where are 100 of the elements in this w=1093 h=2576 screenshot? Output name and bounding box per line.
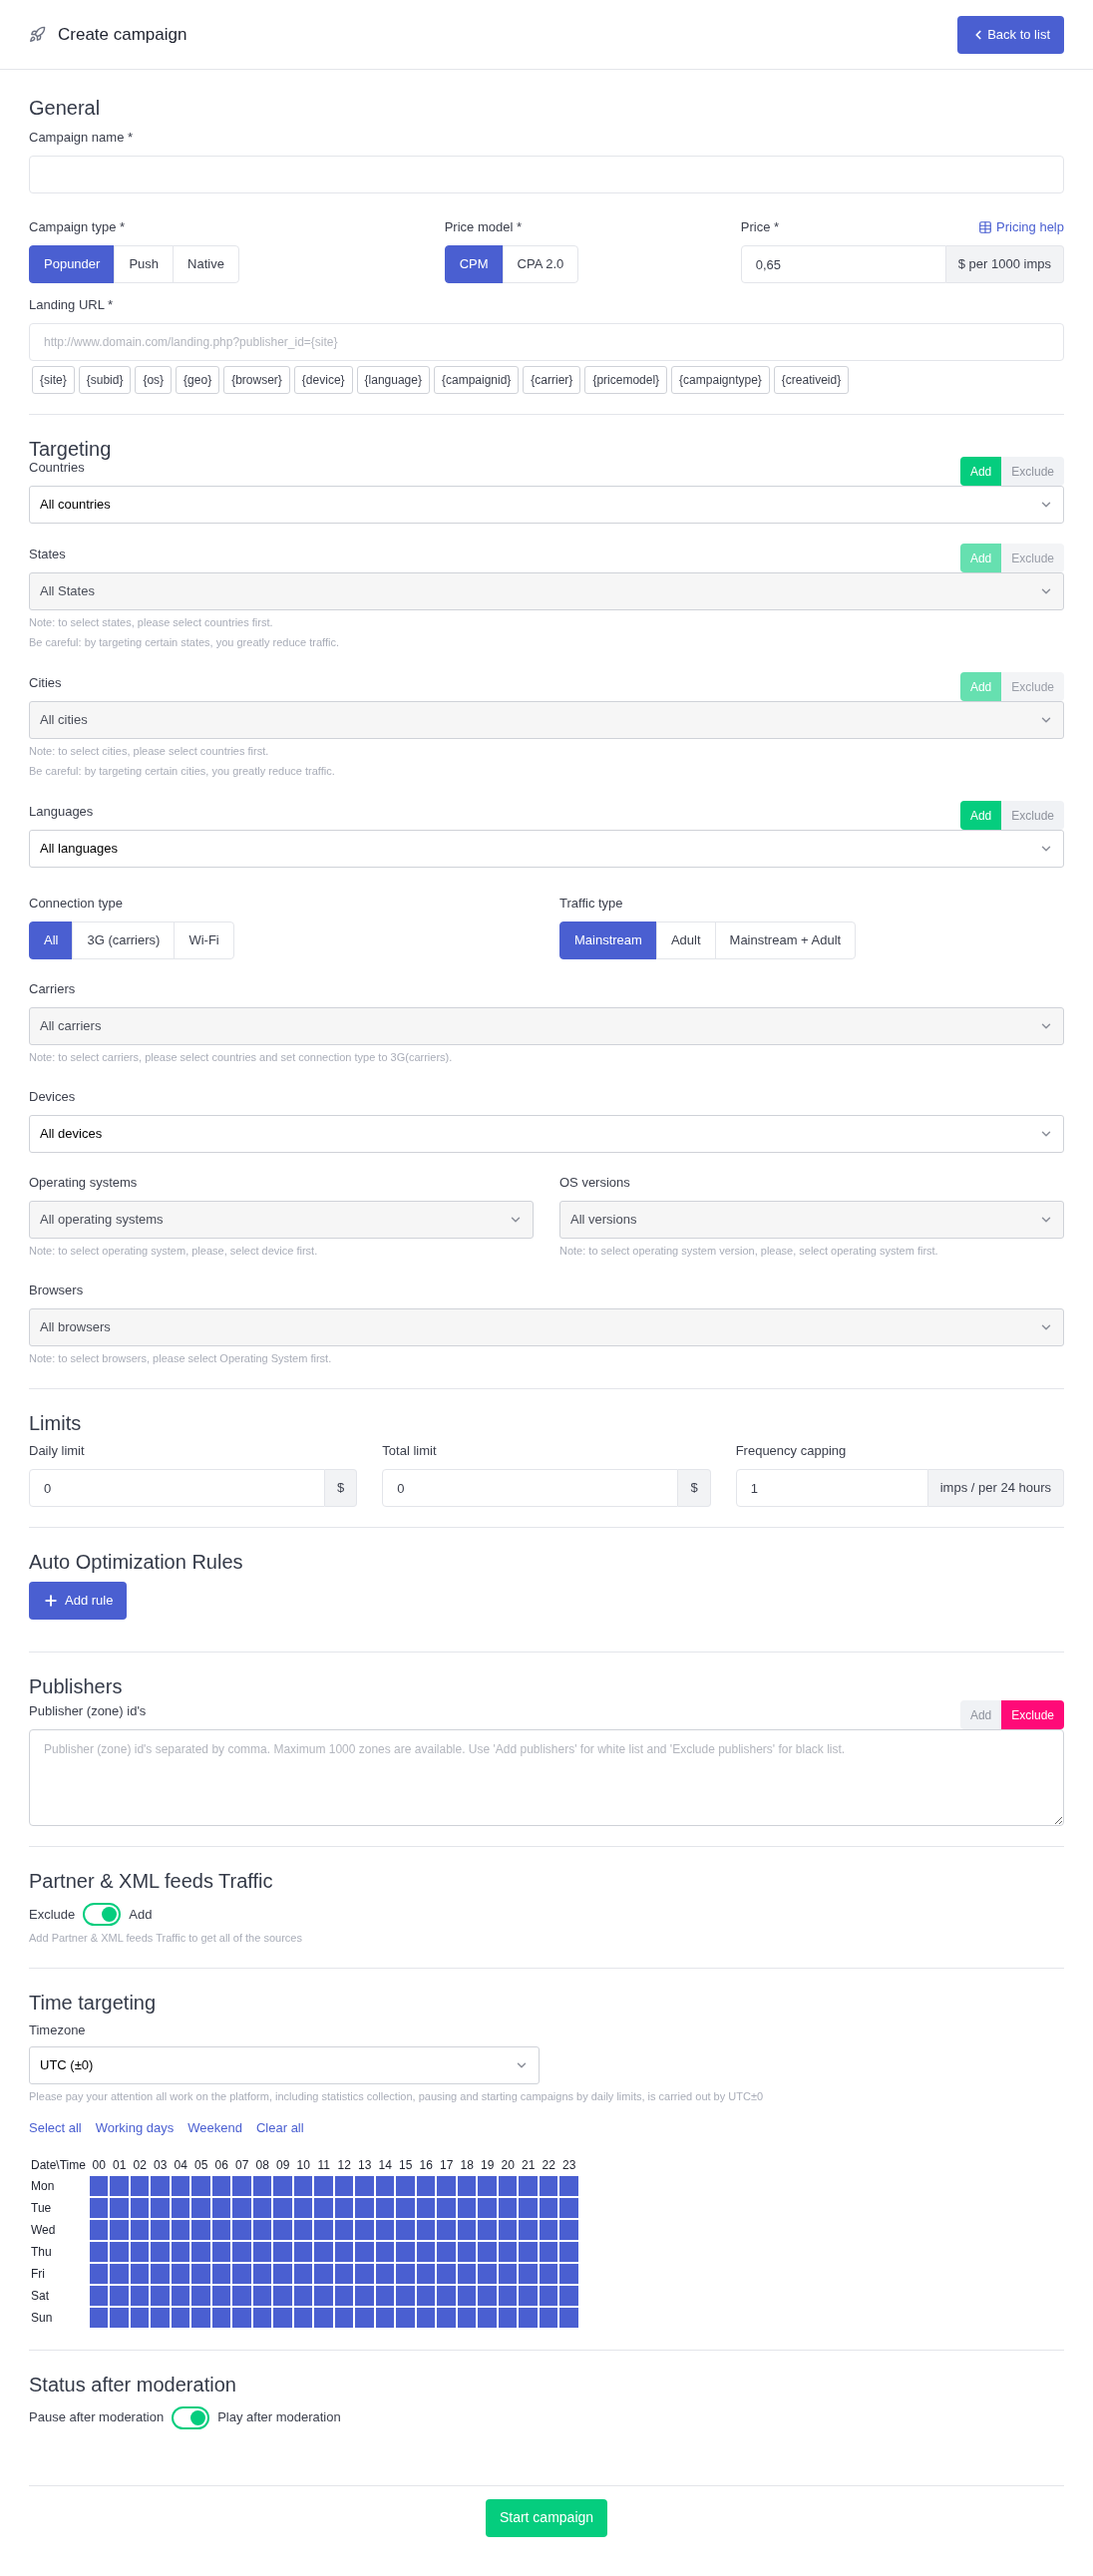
hour-cell[interactable] (89, 2285, 109, 2306)
hour-cell[interactable] (191, 2307, 210, 2328)
hour-cell[interactable] (416, 2197, 436, 2218)
hour-cell[interactable] (191, 2197, 210, 2218)
limit-field[interactable]: 0 (29, 1469, 326, 1507)
hour-cell[interactable] (211, 2263, 231, 2284)
hour-cell[interactable] (416, 2219, 436, 2240)
hour-cell[interactable] (539, 2219, 558, 2240)
hour-cell[interactable] (559, 2263, 578, 2284)
hour-cell[interactable] (293, 2263, 313, 2284)
hour-cell[interactable] (519, 2263, 538, 2284)
hour-cell[interactable] (559, 2241, 578, 2262)
landing-url-field[interactable]: http://www.domain.com/landing.php?publisher_id={site} (29, 323, 1064, 361)
hour-cell[interactable] (130, 2285, 150, 2306)
hour-cell[interactable] (252, 2263, 272, 2284)
hour-cell[interactable] (110, 2307, 129, 2328)
hour-cell[interactable] (232, 2219, 251, 2240)
hour-cell[interactable] (211, 2197, 231, 2218)
hour-cell[interactable] (151, 2219, 170, 2240)
mode-toggle[interactable]: Exclude (1001, 1700, 1064, 1729)
macro-tag[interactable]: {geo} (176, 366, 220, 394)
hour-cell[interactable] (396, 2197, 415, 2218)
hour-cell[interactable] (130, 2263, 150, 2284)
hour-cell[interactable] (375, 2263, 395, 2284)
add-rule-button[interactable]: Add rule (29, 1582, 128, 1620)
hour-cell[interactable] (191, 2285, 210, 2306)
hour-cell[interactable] (293, 2219, 313, 2240)
hour-cell[interactable] (151, 2175, 170, 2196)
hour-cell[interactable] (498, 2263, 518, 2284)
hour-cell[interactable] (498, 2175, 518, 2196)
hour-cell[interactable] (355, 2197, 374, 2218)
hour-cell[interactable] (355, 2263, 374, 2284)
segment-tab[interactable]: 3G (carriers) (72, 921, 176, 959)
hour-cell[interactable] (416, 2263, 436, 2284)
hour-cell[interactable] (130, 2175, 150, 2196)
hour-cell[interactable] (252, 2219, 272, 2240)
hour-cell[interactable] (334, 2241, 354, 2262)
hour-cell[interactable] (314, 2285, 333, 2306)
hour-cell[interactable] (478, 2263, 497, 2284)
hour-cell[interactable] (130, 2219, 150, 2240)
hour-cell[interactable] (334, 2263, 354, 2284)
hour-cell[interactable] (498, 2285, 518, 2306)
hour-cell[interactable] (314, 2263, 333, 2284)
hour-cell[interactable] (457, 2307, 477, 2328)
hour-cell[interactable] (559, 2307, 578, 2328)
hour-cell[interactable] (171, 2241, 190, 2262)
segment-tab[interactable]: Mainstream (559, 921, 657, 959)
limit-field[interactable]: 0 (382, 1469, 679, 1507)
price-field[interactable]: 0,65 (740, 245, 946, 283)
hour-cell[interactable] (539, 2175, 558, 2196)
hour-cell[interactable] (252, 2197, 272, 2218)
pricing-help-link[interactable]: Pricing help (978, 217, 1064, 237)
hour-cell[interactable] (130, 2241, 150, 2262)
hour-cell[interactable] (89, 2219, 109, 2240)
dropdown[interactable]: UTC (±0) (29, 2046, 540, 2084)
hour-cell[interactable] (457, 2197, 477, 2218)
hour-cell[interactable] (396, 2263, 415, 2284)
hour-cell[interactable] (478, 2241, 497, 2262)
hour-cell[interactable] (396, 2307, 415, 2328)
hour-cell[interactable] (519, 2197, 538, 2218)
hour-cell[interactable] (437, 2241, 456, 2262)
hour-cell[interactable] (151, 2307, 170, 2328)
dropdown[interactable]: All countries (29, 486, 1064, 524)
hour-cell[interactable] (273, 2307, 292, 2328)
hour-cell[interactable] (478, 2307, 497, 2328)
hour-cell[interactable] (232, 2307, 251, 2328)
hour-cell[interactable] (191, 2263, 210, 2284)
hour-cell[interactable] (478, 2219, 497, 2240)
hour-cell[interactable] (293, 2241, 313, 2262)
hour-cell[interactable] (437, 2263, 456, 2284)
hour-cell[interactable] (314, 2241, 333, 2262)
hour-cell[interactable] (232, 2241, 251, 2262)
hour-cell[interactable] (498, 2241, 518, 2262)
macro-tag[interactable]: {device} (293, 366, 353, 394)
hour-cell[interactable] (457, 2175, 477, 2196)
hour-cell[interactable] (273, 2197, 292, 2218)
hour-cell[interactable] (191, 2219, 210, 2240)
hour-cell[interactable] (211, 2307, 231, 2328)
hour-cell[interactable] (519, 2241, 538, 2262)
hour-cell[interactable] (89, 2307, 109, 2328)
hour-cell[interactable] (355, 2285, 374, 2306)
hour-cell[interactable] (559, 2197, 578, 2218)
hour-cell[interactable] (498, 2197, 518, 2218)
hour-cell[interactable] (457, 2241, 477, 2262)
dropdown[interactable]: All devices (29, 1115, 1064, 1153)
hour-cell[interactable] (539, 2241, 558, 2262)
hour-cell[interactable] (519, 2219, 538, 2240)
quick-select-link[interactable]: Select all (29, 2118, 82, 2138)
hour-cell[interactable] (252, 2307, 272, 2328)
back-button[interactable]: Back to list (957, 15, 1064, 54)
quick-select-link[interactable]: Weekend (187, 2118, 242, 2138)
hour-cell[interactable] (437, 2219, 456, 2240)
hour-cell[interactable] (457, 2219, 477, 2240)
segment-tab[interactable]: CPM (444, 245, 504, 283)
dropdown[interactable]: All languages (29, 830, 1064, 868)
macro-tag[interactable]: {subid} (78, 366, 132, 394)
hour-cell[interactable] (211, 2219, 231, 2240)
hour-cell[interactable] (273, 2175, 292, 2196)
hour-cell[interactable] (232, 2285, 251, 2306)
macro-tag[interactable]: {language} (356, 366, 430, 394)
